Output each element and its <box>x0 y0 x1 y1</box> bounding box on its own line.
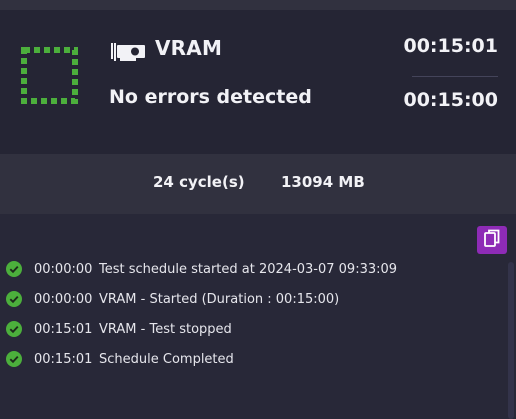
gpu-card-icon <box>111 41 147 61</box>
log-entry-message: Test schedule started at 2024-03-07 09:3… <box>99 262 398 277</box>
elapsed-time: 00:15:01 <box>403 35 498 57</box>
check-circle-icon <box>6 321 22 337</box>
test-name: VRAM <box>155 36 223 60</box>
log-entry: 00:00:00 Test schedule started at 2024-0… <box>0 259 500 281</box>
log-entry-message: VRAM - Test stopped <box>99 322 232 337</box>
log-entry: 00:15:01 Schedule Completed <box>0 349 500 371</box>
log-entry-time: 00:00:00 <box>34 292 93 307</box>
log-scrollbar[interactable] <box>508 262 514 419</box>
log-entry-time: 00:00:00 <box>34 262 93 277</box>
check-circle-icon <box>6 291 22 307</box>
check-circle-icon <box>6 261 22 277</box>
cycles-count: 24 cycle(s) <box>153 173 245 191</box>
top-strip <box>0 0 516 10</box>
time-divider <box>412 76 498 77</box>
log-entry-message: VRAM - Started (Duration : 00:15:00) <box>99 292 340 307</box>
copy-log-button[interactable] <box>477 226 507 254</box>
test-result: No errors detected <box>109 86 312 108</box>
log-panel <box>0 214 516 419</box>
memory-tested: 13094 MB <box>281 173 365 191</box>
log-entry-message: Schedule Completed <box>99 352 234 367</box>
log-entry-time: 00:15:01 <box>34 352 93 367</box>
copy-icon <box>484 229 500 251</box>
log-entry: 00:00:00 VRAM - Started (Duration : 00:1… <box>0 289 500 311</box>
check-circle-icon <box>6 351 22 367</box>
duration-time: 00:15:00 <box>403 89 498 111</box>
stats-bar <box>0 154 516 214</box>
dashed-green-square-icon <box>21 47 78 104</box>
log-entry: 00:15:01 VRAM - Test stopped <box>0 319 500 341</box>
log-entry-time: 00:15:01 <box>34 322 93 337</box>
